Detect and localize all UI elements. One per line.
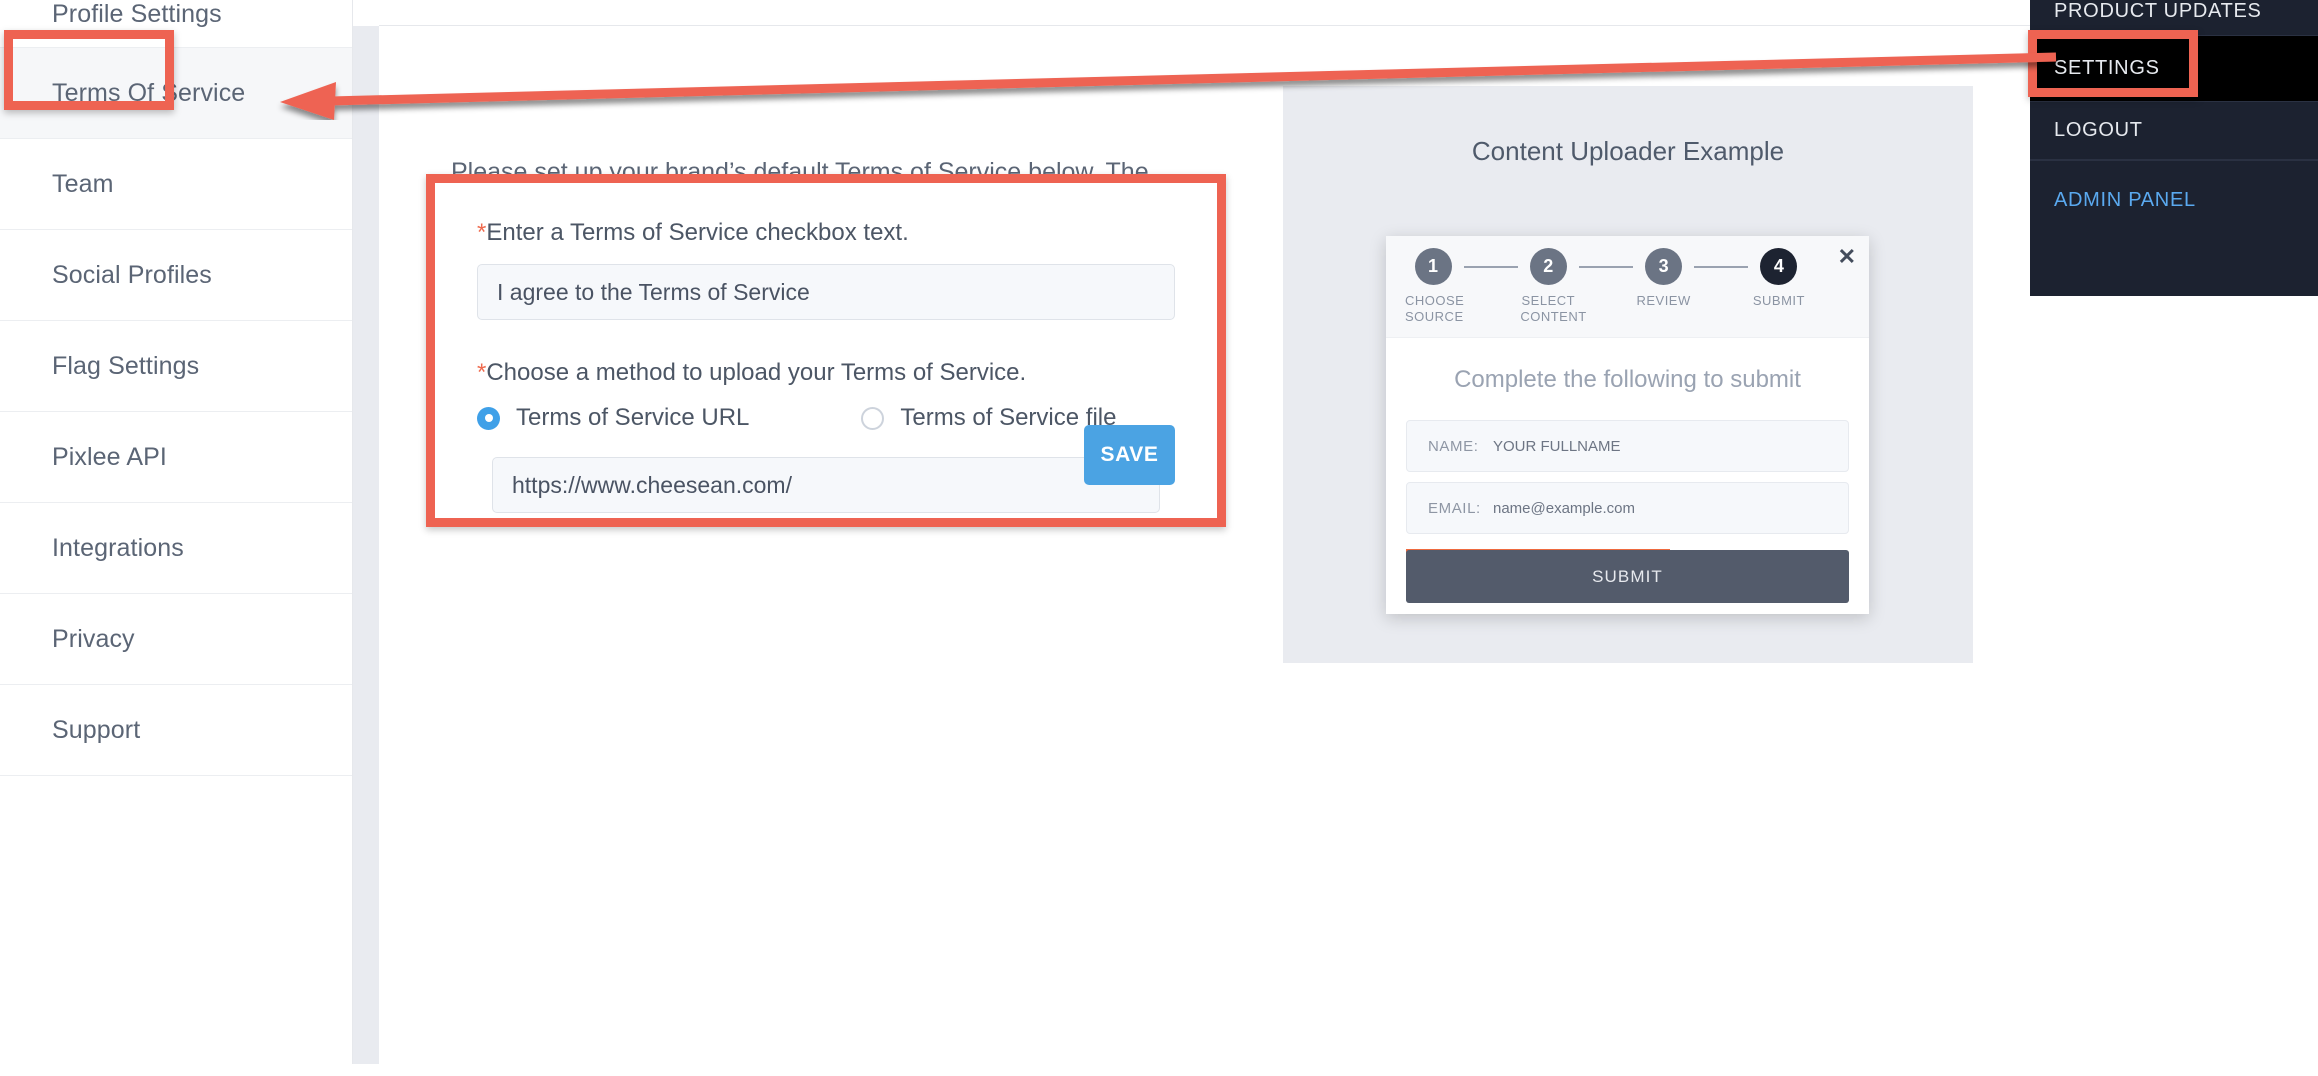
required-asterisk: * [477, 359, 486, 386]
settings-sidebar: Profile Settings Terms Of Service Team S… [0, 0, 353, 1064]
modal-name-field[interactable]: NAME: YOUR FULLNAME [1406, 420, 1849, 472]
account-dropdown-menu: PRODUCT UPDATES SETTINGS LOGOUT ADMIN PA… [2030, 0, 2318, 296]
sidebar-item-label: Support [52, 716, 140, 745]
menu-divider [2030, 160, 2318, 167]
radio-option-tos-file[interactable]: Terms of Service file [861, 404, 1116, 432]
save-button[interactable]: SAVE [1084, 425, 1175, 485]
modal-email-label: EMAIL: [1407, 500, 1493, 517]
app-root: Profile Settings Terms Of Service Team S… [0, 0, 2318, 1064]
modal-name-placeholder: YOUR FULLNAME [1493, 438, 1621, 455]
step-label: SUBMIT [1751, 293, 1807, 309]
sidebar-item-profile-settings[interactable]: Profile Settings [0, 0, 352, 48]
sidebar-item-label: Integrations [52, 534, 184, 563]
sidebar-item-terms-of-service[interactable]: Terms Of Service [0, 48, 352, 139]
menu-item-logout[interactable]: LOGOUT [2030, 102, 2318, 160]
page-title: TERMS OF SERVICE [379, 0, 650, 7]
step-number: 1 [1415, 248, 1452, 285]
sidebar-item-label: Terms Of Service [52, 79, 245, 108]
sidebar-item-team[interactable]: Team [0, 139, 352, 230]
modal-name-label: NAME: [1407, 438, 1493, 455]
sidebar-item-label: Profile Settings [52, 0, 222, 29]
sidebar-item-social-profiles[interactable]: Social Profiles [0, 230, 352, 321]
step-number: 2 [1530, 248, 1567, 285]
modal-email-field[interactable]: EMAIL: name@example.com [1406, 482, 1849, 534]
radio-option-tos-url[interactable]: Terms of Service URL [477, 404, 749, 432]
sidebar-item-support[interactable]: Support [0, 685, 352, 776]
uploader-modal: ✕ 1 CHOOSE SOURCE 2 SELECT CONTENT [1386, 236, 1869, 614]
step-number: 3 [1645, 248, 1682, 285]
radio-selected-icon[interactable] [477, 407, 500, 430]
layout-gutter-top [353, 0, 379, 26]
modal-body: Complete the following to submit NAME: Y… [1386, 338, 1869, 615]
upload-method-radio-group: Terms of Service URL Terms of Service fi… [477, 404, 1175, 432]
menu-item-label: SETTINGS [2054, 57, 2160, 80]
terms-of-service-form: *Enter a Terms of Service checkbox text.… [426, 174, 1226, 527]
tos-url-input[interactable] [492, 457, 1160, 513]
method-label: *Choose a method to upload your Terms of… [477, 359, 1175, 387]
main-content: Please set up your brand’s default Terms… [379, 52, 2318, 1064]
step-connector [1694, 266, 1748, 268]
step-4-submit[interactable]: 4 SUBMIT [1751, 248, 1807, 309]
step-label: REVIEW [1636, 293, 1692, 309]
sidebar-item-label: Pixlee API [52, 443, 167, 472]
menu-item-label: ADMIN PANEL [2054, 189, 2196, 212]
modal-stepper: ✕ 1 CHOOSE SOURCE 2 SELECT CONTENT [1386, 236, 1869, 338]
sidebar-item-label: Social Profiles [52, 261, 212, 290]
modal-email-placeholder: name@example.com [1493, 500, 1635, 517]
content-uploader-preview: Content Uploader Example ✕ 1 CHOOSE SOUR… [1283, 86, 1973, 663]
step-connector [1464, 266, 1518, 268]
sidebar-item-label: Team [52, 170, 114, 199]
sidebar-item-label: Privacy [52, 625, 135, 654]
sidebar-item-privacy[interactable]: Privacy [0, 594, 352, 685]
sidebar-item-flag-settings[interactable]: Flag Settings [0, 321, 352, 412]
checkbox-text-label: *Enter a Terms of Service checkbox text. [477, 219, 1175, 247]
layout-gutter [353, 0, 379, 1064]
menu-item-settings[interactable]: SETTINGS [2030, 36, 2318, 102]
close-icon[interactable]: ✕ [1838, 246, 1856, 268]
step-connector [1579, 266, 1633, 268]
checkbox-text-input[interactable] [477, 264, 1175, 320]
step-3-review[interactable]: 3 REVIEW [1636, 248, 1692, 309]
radio-option-tos-url-label: Terms of Service URL [516, 404, 749, 432]
sidebar-item-pixlee-api[interactable]: Pixlee API [0, 412, 352, 503]
step-label: SELECT CONTENT [1520, 293, 1576, 325]
menu-item-label: LOGOUT [2054, 119, 2143, 142]
step-label: CHOOSE SOURCE [1405, 293, 1461, 325]
modal-submit-button[interactable]: SUBMIT [1406, 550, 1849, 603]
sidebar-item-integrations[interactable]: Integrations [0, 503, 352, 594]
page-header: TERMS OF SERVICE [379, 0, 2318, 26]
step-number: 4 [1760, 248, 1797, 285]
step-2-select-content[interactable]: 2 SELECT CONTENT [1520, 248, 1576, 325]
radio-unselected-icon[interactable] [861, 407, 884, 430]
sidebar-item-label: Flag Settings [52, 352, 199, 381]
menu-item-label: PRODUCT UPDATES [2054, 0, 2262, 23]
sidebar-empty-area [0, 776, 352, 1076]
menu-item-product-updates[interactable]: PRODUCT UPDATES [2030, 0, 2318, 36]
step-1-choose-source[interactable]: 1 CHOOSE SOURCE [1405, 248, 1461, 325]
preview-title: Content Uploader Example [1283, 136, 1973, 167]
checkbox-text-label-text: Enter a Terms of Service checkbox text. [486, 219, 908, 246]
required-asterisk: * [477, 219, 486, 246]
method-label-text: Choose a method to upload your Terms of … [486, 359, 1026, 386]
modal-heading: Complete the following to submit [1406, 338, 1849, 420]
menu-item-admin-panel[interactable]: ADMIN PANEL [2030, 167, 2318, 233]
